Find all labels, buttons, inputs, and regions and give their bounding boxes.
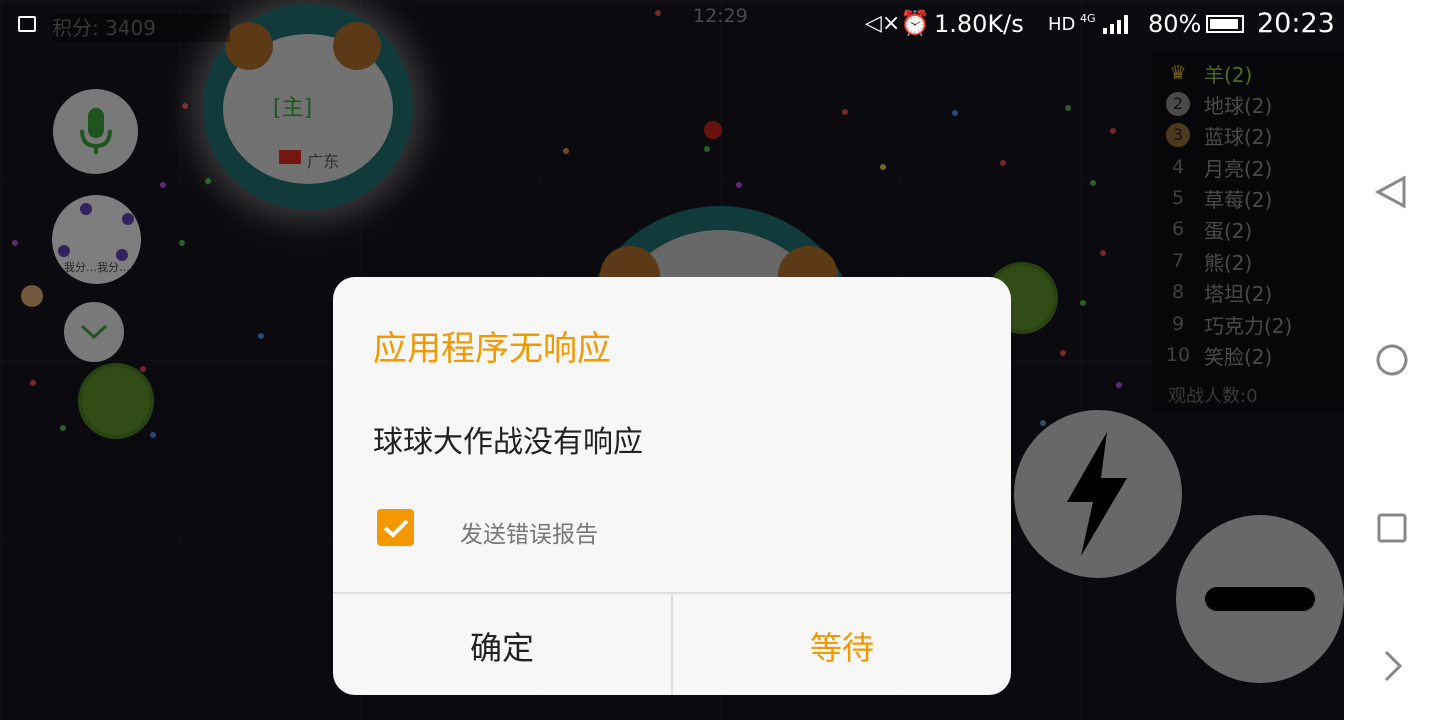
alarm-icon: ⏰ bbox=[900, 9, 930, 37]
mute-icon: ◁× bbox=[865, 11, 901, 36]
battery-percent: 80% bbox=[1148, 10, 1202, 38]
dialog-title: 应用程序无响应 bbox=[373, 329, 611, 369]
dialog-message: 球球大作战没有响应 bbox=[373, 425, 643, 460]
anr-dialog: 应用程序无响应 球球大作战没有响应 发送错误报告 确定 等待 bbox=[333, 277, 1011, 695]
recents-icon[interactable] bbox=[1374, 510, 1410, 546]
hd-badge: HD bbox=[1048, 14, 1076, 35]
battery-icon bbox=[1206, 15, 1244, 33]
wait-button[interactable]: 等待 bbox=[673, 594, 1011, 695]
dialog-button-bar: 确定 等待 bbox=[333, 592, 1011, 695]
hide-nav-icon[interactable] bbox=[1374, 648, 1410, 684]
checkmark-icon bbox=[383, 519, 408, 538]
back-icon[interactable] bbox=[1374, 174, 1410, 210]
clock: 20:23 bbox=[1257, 8, 1335, 39]
ok-button[interactable]: 确定 bbox=[333, 594, 671, 695]
send-report-label[interactable]: 发送错误报告 bbox=[460, 515, 598, 549]
wait-button-label: 等待 bbox=[809, 628, 874, 667]
image-icon bbox=[18, 16, 36, 32]
home-icon[interactable] bbox=[1374, 342, 1410, 378]
send-report-checkbox[interactable] bbox=[377, 509, 414, 546]
network-speed: 1.80K/s bbox=[934, 10, 1024, 38]
network-type: 4G bbox=[1080, 12, 1096, 25]
navigation-bar bbox=[1344, 0, 1440, 720]
signal-icon bbox=[1103, 14, 1135, 34]
ok-button-label: 确定 bbox=[469, 628, 534, 667]
